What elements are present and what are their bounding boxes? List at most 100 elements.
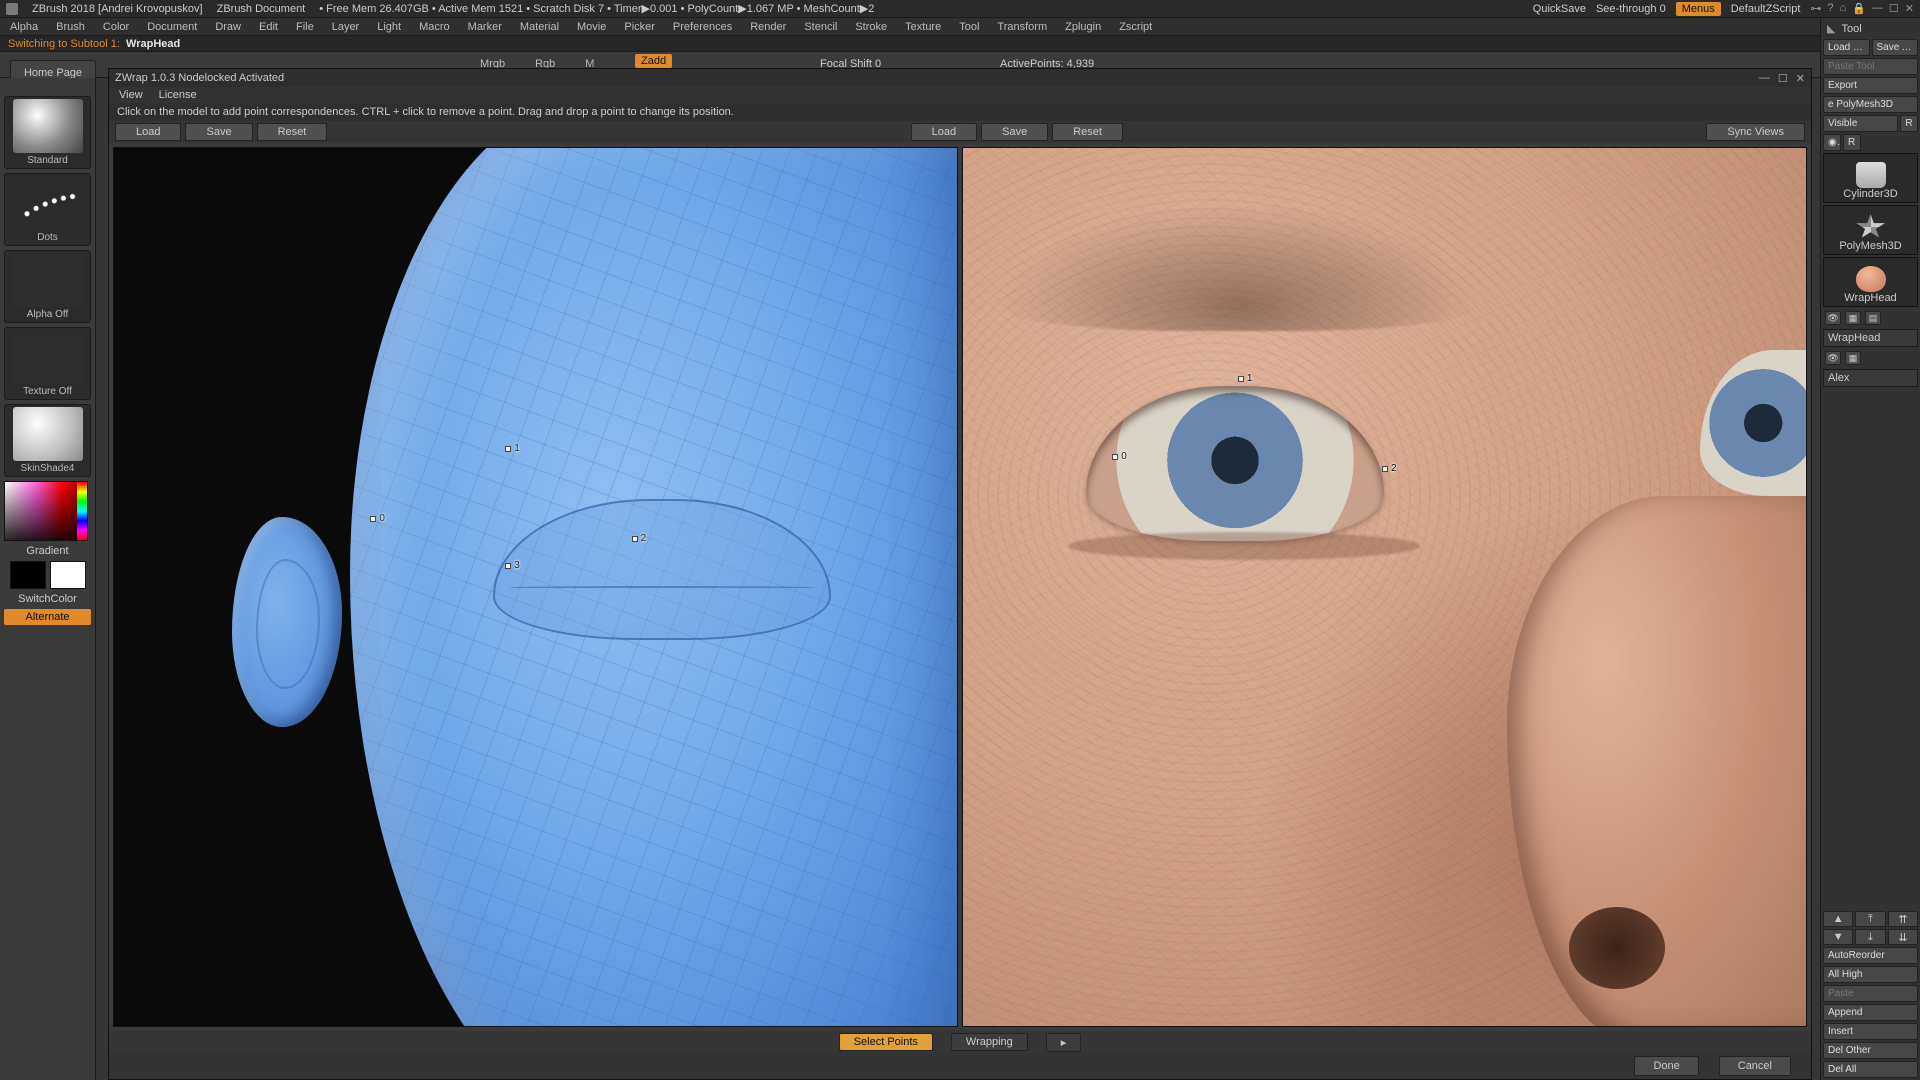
insert-button[interactable]: Insert <box>1823 1023 1918 1040</box>
texture-slot[interactable]: Texture Off <box>4 327 91 400</box>
paste-tool-button[interactable]: Paste Tool <box>1823 58 1918 75</box>
menu-stroke[interactable]: Stroke <box>855 21 887 33</box>
brush-slot[interactable]: Standard <box>4 96 91 169</box>
material-slot[interactable]: SkinShade4 <box>4 404 91 477</box>
subtool-alex[interactable]: Alex <box>1823 369 1918 387</box>
lock-icon[interactable]: 🔒 <box>1852 2 1866 15</box>
tab-select-points[interactable]: Select Points <box>839 1033 933 1051</box>
menu-macro[interactable]: Macro <box>419 21 450 33</box>
arrow-down-all-icon[interactable]: ⤓ <box>1855 929 1885 945</box>
visible-button[interactable]: Visible <box>1823 115 1898 132</box>
maximize-icon[interactable]: ☐ <box>1889 2 1899 15</box>
menu-tool[interactable]: Tool <box>959 21 979 33</box>
switchcolor-button[interactable]: SwitchColor <box>4 593 91 605</box>
menu-alpha[interactable]: Alpha <box>10 21 38 33</box>
dialog-menu-license[interactable]: License <box>159 89 197 101</box>
minimize-icon[interactable]: — <box>1872 2 1883 15</box>
tab-wrapping[interactable]: Wrapping <box>951 1033 1028 1051</box>
menu-edit[interactable]: Edit <box>259 21 278 33</box>
paste-button[interactable]: Paste <box>1823 985 1918 1002</box>
tab-next[interactable]: ▸ <box>1046 1033 1082 1052</box>
r-button-2[interactable]: R <box>1843 134 1861 151</box>
dialog-menu-view[interactable]: View <box>119 89 143 101</box>
done-button[interactable]: Done <box>1634 1056 1698 1076</box>
menus-toggle[interactable]: Menus <box>1676 2 1721 16</box>
sync-views-button[interactable]: Sync Views <box>1706 123 1805 141</box>
menu-picker[interactable]: Picker <box>624 21 655 33</box>
arrow-up-all-icon[interactable]: ⤒ <box>1855 911 1885 927</box>
dialog-close-icon[interactable]: ✕ <box>1796 72 1805 85</box>
seethrough-slider[interactable]: See-through 0 <box>1596 3 1666 15</box>
right-reset-button[interactable]: Reset <box>1052 123 1123 141</box>
viewport-left[interactable]: 0123 <box>113 147 958 1027</box>
slider-knob[interactable]: ◉ <box>1823 134 1841 151</box>
arrow-up-icon[interactable]: ▲ <box>1823 911 1853 927</box>
export-button[interactable]: Export <box>1823 77 1918 94</box>
zscript-label[interactable]: DefaultZScript <box>1731 3 1801 15</box>
arrow-top-icon[interactable]: ⇈ <box>1888 911 1918 927</box>
menu-light[interactable]: Light <box>377 21 401 33</box>
help-icon[interactable]: ? <box>1827 2 1833 15</box>
menu-layer[interactable]: Layer <box>332 21 360 33</box>
pin-icon[interactable]: ⊶ <box>1810 2 1821 15</box>
dialog-maximize-icon[interactable]: ☐ <box>1778 72 1788 85</box>
dialog-titlebar[interactable]: ZWrap 1.0.3 Nodelocked Activated — ☐ ✕ <box>109 69 1811 87</box>
gradient-label[interactable]: Gradient <box>4 545 91 557</box>
subtool-eye-icon[interactable]: 👁 <box>1825 311 1841 325</box>
tool-thumb-cylinder[interactable]: Cylinder3D <box>1823 153 1918 203</box>
alternate-button[interactable]: Alternate <box>4 609 91 625</box>
color-picker[interactable] <box>4 481 88 541</box>
stroke-slot[interactable]: Dots <box>4 173 91 246</box>
zadd-button[interactable]: Zadd <box>635 54 672 68</box>
menu-stencil[interactable]: Stencil <box>804 21 837 33</box>
make-polymesh-button[interactable]: e PolyMesh3D <box>1823 96 1918 113</box>
menu-material[interactable]: Material <box>520 21 559 33</box>
quicksave-button[interactable]: QuickSave <box>1533 3 1586 15</box>
right-save-button[interactable]: Save <box>981 123 1048 141</box>
left-reset-button[interactable]: Reset <box>257 123 328 141</box>
menu-marker[interactable]: Marker <box>468 21 502 33</box>
swatch-main[interactable] <box>10 561 46 589</box>
menu-texture[interactable]: Texture <box>905 21 941 33</box>
cancel-button[interactable]: Cancel <box>1719 1056 1791 1076</box>
subtool-eye-icon[interactable]: 👁 <box>1825 351 1841 365</box>
alpha-slot[interactable]: Alpha Off <box>4 250 91 323</box>
menu-movie[interactable]: Movie <box>577 21 606 33</box>
hue-strip[interactable] <box>77 482 87 540</box>
menu-render[interactable]: Render <box>750 21 786 33</box>
subtool-icon[interactable]: ▦ <box>1845 311 1861 325</box>
subtool-icon[interactable]: ▤ <box>1865 311 1881 325</box>
arrow-bottom-icon[interactable]: ⇊ <box>1888 929 1918 945</box>
left-load-button[interactable]: Load <box>115 123 181 141</box>
menu-zscript[interactable]: Zscript <box>1119 21 1152 33</box>
autoreorder-button[interactable]: AutoReorder <box>1823 947 1918 964</box>
r-button[interactable]: R <box>1900 115 1918 132</box>
menu-preferences[interactable]: Preferences <box>673 21 732 33</box>
right-load-button[interactable]: Load <box>911 123 977 141</box>
menu-brush[interactable]: Brush <box>56 21 85 33</box>
subtool-wraphead[interactable]: WrapHead <box>1823 329 1918 347</box>
close-icon[interactable]: ✕ <box>1905 2 1914 15</box>
delall-button[interactable]: Del All <box>1823 1061 1918 1078</box>
allhigh-button[interactable]: All High <box>1823 966 1918 983</box>
delother-button[interactable]: Del Other <box>1823 1042 1918 1059</box>
menu-zplugin[interactable]: Zplugin <box>1065 21 1101 33</box>
load-tool-button[interactable]: Load Tool <box>1823 39 1870 56</box>
arrow-down-icon[interactable]: ▼ <box>1823 929 1853 945</box>
tool-palette-header[interactable]: ◣Tool <box>1823 20 1918 37</box>
subtool-icon[interactable]: ▦ <box>1845 351 1861 365</box>
dialog-minimize-icon[interactable]: — <box>1759 72 1770 85</box>
viewport-right[interactable]: 012 <box>962 147 1807 1027</box>
save-as-button[interactable]: Save As <box>1872 39 1919 56</box>
menu-document[interactable]: Document <box>147 21 197 33</box>
tool-thumb-polymesh[interactable]: PolyMesh3D <box>1823 205 1918 255</box>
append-button[interactable]: Append <box>1823 1004 1918 1021</box>
tool-thumb-wraphead[interactable]: WrapHead <box>1823 257 1918 307</box>
swatch-secondary[interactable] <box>50 561 86 589</box>
left-save-button[interactable]: Save <box>185 123 252 141</box>
home-icon[interactable]: ⌂ <box>1840 2 1847 15</box>
menu-color[interactable]: Color <box>103 21 129 33</box>
menu-transform[interactable]: Transform <box>997 21 1047 33</box>
menu-file[interactable]: File <box>296 21 314 33</box>
menu-draw[interactable]: Draw <box>215 21 241 33</box>
